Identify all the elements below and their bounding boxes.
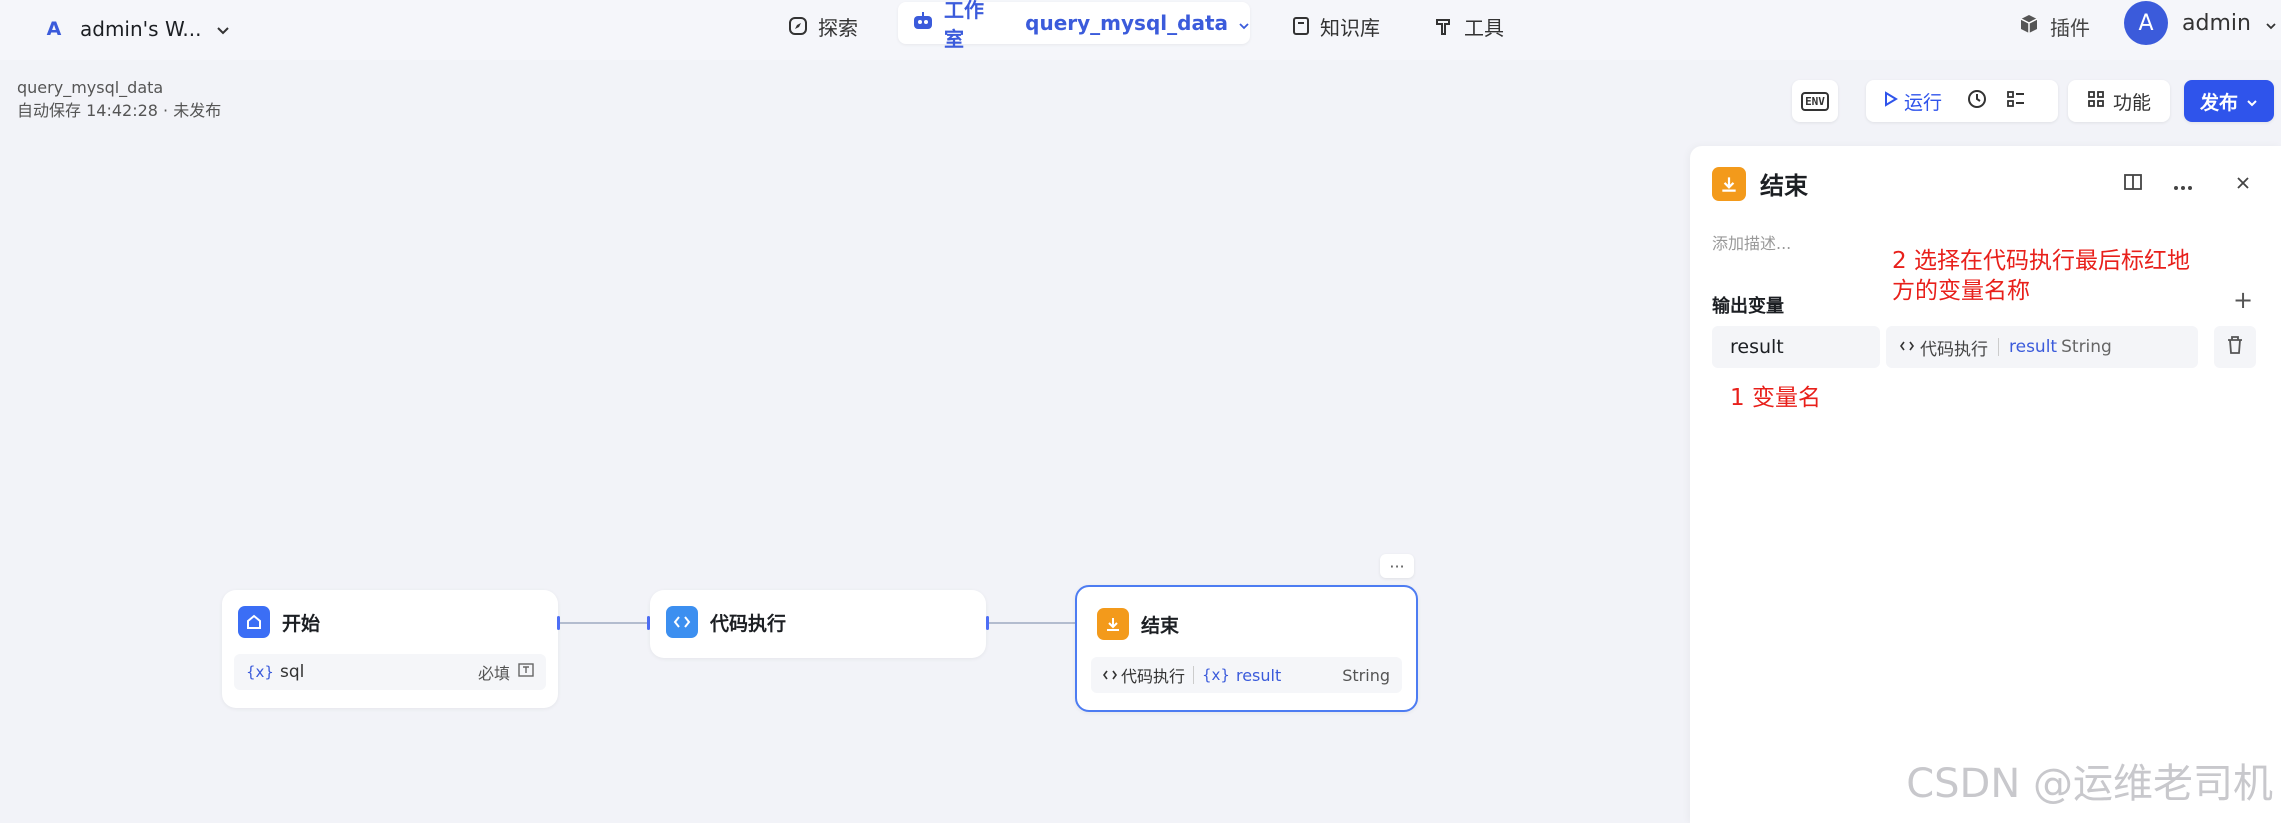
robot-icon bbox=[912, 11, 934, 36]
workflow-header: query_mysql_data 自动保存 14:42:28 · 未发布 bbox=[17, 76, 221, 122]
variable-icon: {x} bbox=[246, 663, 274, 681]
nav-tools[interactable]: 工具 bbox=[1434, 6, 1504, 46]
workflow-name: query_mysql_data bbox=[1025, 11, 1228, 35]
annotation-2-line1: 2 选择在代码执行最后标红地 bbox=[1892, 248, 2190, 274]
chevron-down-icon bbox=[2246, 90, 2258, 112]
start-variable-row: {x} sql 必填 bbox=[234, 654, 546, 690]
start-node-header: 开始 bbox=[238, 606, 320, 638]
end-icon bbox=[1097, 608, 1129, 640]
end-ref-type: String bbox=[1342, 665, 1390, 685]
start-node-title: 开始 bbox=[282, 612, 321, 635]
start-variable-name: sql bbox=[279, 662, 305, 682]
nav-explore[interactable]: 探索 bbox=[788, 6, 858, 46]
nav-knowledge-label: 知识库 bbox=[1320, 15, 1380, 40]
code-node[interactable]: 代码执行 bbox=[650, 590, 986, 658]
book-open-icon[interactable] bbox=[2123, 172, 2143, 196]
cube-icon bbox=[2018, 13, 2040, 40]
nav-studio[interactable]: 工作室 query_mysql_data bbox=[898, 0, 1250, 51]
run-button[interactable]: 运行 bbox=[1884, 88, 1942, 115]
trash-icon bbox=[2226, 335, 2244, 359]
checklist-icon[interactable] bbox=[2006, 89, 2026, 114]
output-variable-ref-selector[interactable]: 代码执行 result String bbox=[1886, 326, 2198, 368]
env-button[interactable]: ENV bbox=[1792, 80, 1838, 122]
book-icon bbox=[1292, 16, 1310, 36]
top-navigation-bar: A admin's W... 探索 工作室 query_mysql_data 知… bbox=[0, 0, 2281, 60]
features-label: 功能 bbox=[2112, 91, 2151, 114]
user-name: admin bbox=[2182, 10, 2251, 36]
ref-type: String bbox=[2061, 337, 2112, 357]
avatar: A bbox=[2124, 1, 2168, 45]
node-config-panel: 结束 添加描述... 2 选择在代码执行最后标红地 方的变量名称 输出变量 + … bbox=[1690, 146, 2281, 823]
run-label: 运行 bbox=[1904, 91, 1943, 114]
grid-icon bbox=[2087, 90, 2105, 113]
history-icon[interactable] bbox=[1966, 88, 1988, 115]
node-more-button[interactable]: ··· bbox=[1380, 554, 1414, 578]
nav-tools-label: 工具 bbox=[1464, 15, 1504, 40]
panel-title: 结束 bbox=[1760, 172, 1808, 200]
code-icon bbox=[666, 606, 698, 638]
text-input-icon bbox=[518, 662, 534, 682]
workflow-title: query_mysql_data bbox=[17, 78, 164, 97]
watermark: CSDN @运维老司机 bbox=[1906, 761, 2273, 807]
env-icon: ENV bbox=[1801, 91, 1829, 111]
annotation-1: 1 变量名 bbox=[1730, 385, 1821, 411]
compass-icon bbox=[788, 16, 808, 36]
publish-button[interactable]: 发布 bbox=[2184, 80, 2274, 122]
nav-plugins[interactable]: 插件 bbox=[2018, 6, 2090, 46]
required-label: 必填 bbox=[477, 664, 510, 683]
end-node-header: 结束 bbox=[1097, 608, 1179, 640]
chevron-down-icon bbox=[2265, 11, 2277, 35]
close-icon[interactable] bbox=[2235, 172, 2251, 196]
edge-start-to-code bbox=[560, 622, 648, 624]
nav-explore-label: 探索 bbox=[818, 15, 858, 40]
workspace-name: admin's W... bbox=[80, 17, 202, 41]
hammer-icon bbox=[1434, 16, 1454, 36]
annotation-2: 2 选择在代码执行最后标红地 方的变量名称 bbox=[1892, 246, 2190, 306]
description-input[interactable]: 添加描述... bbox=[1712, 230, 1791, 254]
output-section-label: 输出变量 bbox=[1712, 296, 1784, 317]
user-menu[interactable]: A admin bbox=[2124, 0, 2277, 46]
workspace-switcher[interactable]: A admin's W... bbox=[42, 10, 230, 48]
ref-variable: result bbox=[2009, 337, 2058, 357]
nav-knowledge[interactable]: 知识库 bbox=[1292, 6, 1380, 46]
output-variable-name-input[interactable]: result bbox=[1712, 326, 1880, 368]
workspace-logo: A bbox=[46, 18, 62, 40]
end-icon bbox=[1712, 166, 1746, 201]
end-node-title: 结束 bbox=[1141, 614, 1180, 637]
panel-actions bbox=[2123, 172, 2251, 196]
variable-icon: {x} bbox=[1202, 666, 1230, 684]
workflow-canvas[interactable] bbox=[0, 140, 1690, 823]
code-node-header: 代码执行 bbox=[666, 606, 786, 638]
features-button[interactable]: 功能 bbox=[2068, 80, 2170, 122]
delete-variable-button[interactable] bbox=[2214, 326, 2256, 368]
add-icon[interactable]: + bbox=[2233, 286, 2253, 314]
output-variable-name: result bbox=[1730, 336, 1784, 358]
code-node-title: 代码执行 bbox=[710, 612, 787, 635]
chevron-down-icon bbox=[1238, 11, 1250, 35]
divider bbox=[1193, 666, 1195, 684]
code-ref-icon bbox=[1103, 666, 1117, 685]
edge-code-to-end bbox=[989, 622, 1075, 624]
home-icon bbox=[238, 606, 270, 638]
code-ref-icon bbox=[1900, 337, 1914, 357]
end-ref-source: 代码执行 bbox=[1121, 667, 1186, 686]
ref-source: 代码执行 bbox=[1920, 339, 1988, 360]
end-ref-variable: result bbox=[1235, 665, 1282, 685]
publish-label: 发布 bbox=[2199, 91, 2238, 114]
panel-header: 结束 bbox=[1712, 166, 1808, 201]
end-node[interactable]: 结束 代码执行 {x} result String bbox=[1075, 585, 1418, 712]
chevron-down-icon bbox=[216, 17, 230, 41]
annotation-2-line2: 方的变量名称 bbox=[1892, 278, 2030, 304]
nav-studio-label: 工作室 bbox=[944, 0, 984, 51]
autosave-status: 自动保存 14:42:28 · 未发布 bbox=[17, 101, 222, 120]
divider bbox=[1998, 338, 1999, 356]
nav-plugins-label: 插件 bbox=[2050, 15, 2090, 40]
run-toolbar: 运行 bbox=[1866, 80, 2058, 122]
start-node[interactable]: 开始 {x} sql 必填 bbox=[222, 590, 558, 708]
play-icon bbox=[1884, 90, 1898, 112]
end-output-row: 代码执行 {x} result String bbox=[1091, 657, 1402, 693]
more-icon[interactable] bbox=[2173, 172, 2193, 196]
